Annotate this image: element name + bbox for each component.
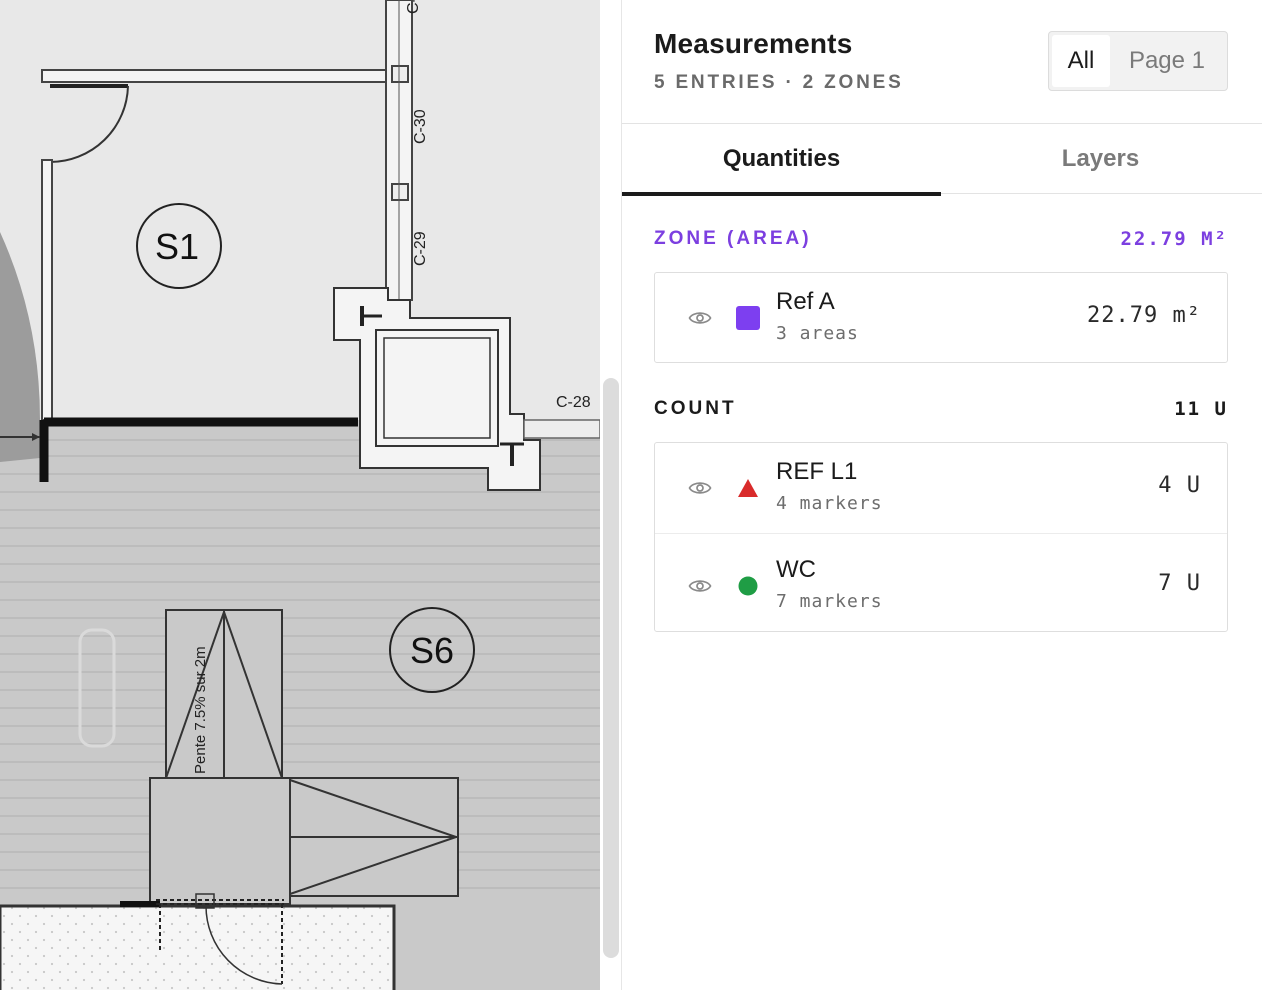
panel-title: Measurements — [654, 28, 853, 59]
canvas-scrollbar-thumb[interactable] — [603, 378, 619, 958]
eye-icon[interactable] — [688, 309, 712, 327]
column-label-c28: C-28 — [556, 394, 591, 411]
room-tag-s1: S1 — [155, 226, 200, 267]
row-title: WC — [776, 556, 816, 583]
eye-icon[interactable] — [688, 479, 712, 497]
row-title: REF L1 — [776, 458, 858, 485]
measurement-row-ref-a[interactable]: Ref A 3 areas 22.79 m² — [655, 273, 1227, 363]
section-header-zone-area: ZONE (AREA) 22.79 M² — [654, 228, 1228, 250]
panel-summary: 5 ENTRIES · 2 ZONES — [654, 72, 904, 93]
column-label-c3: C-3 — [405, 0, 422, 14]
plan-canvas[interactable]: S1 S6 C-3 C-30 C-29 C-28 Pente 7.5% sur … — [0, 0, 600, 990]
scope-toggle[interactable]: All Page 1 — [1048, 31, 1228, 91]
section-name: ZONE (AREA) — [654, 228, 812, 249]
canvas-scrollbar-track[interactable] — [600, 0, 622, 990]
green-circle-marker-icon — [738, 576, 758, 596]
count-list: REF L1 4 markers 4 U WC 7 markers 7 U — [654, 442, 1228, 632]
measurements-panel: Measurements 5 ENTRIES · 2 ZONES All Pag… — [622, 0, 1262, 990]
measurement-row-ref-l1[interactable]: REF L1 4 markers 4 U — [655, 443, 1227, 533]
tab-layers[interactable]: Layers — [941, 124, 1260, 194]
eye-icon[interactable] — [688, 577, 712, 595]
measurement-row-wc[interactable]: WC 7 markers 7 U — [655, 533, 1227, 631]
purple-square-swatch-icon — [736, 306, 760, 330]
section-header-count: COUNT 11 U — [654, 398, 1228, 420]
row-value: 22.79 m² — [1087, 303, 1201, 328]
scope-option-page-1[interactable]: Page 1 — [1110, 35, 1224, 87]
room-tag-s6: S6 — [410, 630, 455, 671]
column-label-c30: C-30 — [412, 109, 429, 144]
row-subtitle: 7 markers — [776, 591, 883, 612]
section-name: COUNT — [654, 398, 737, 419]
row-subtitle: 4 markers — [776, 493, 883, 514]
row-title: Ref A — [776, 288, 835, 315]
panel-header: Measurements 5 ENTRIES · 2 ZONES All Pag… — [622, 0, 1262, 124]
row-value: 4 U — [1158, 473, 1201, 498]
section-total: 22.79 M² — [1120, 228, 1228, 250]
panel-tabs: Quantities Layers — [622, 124, 1262, 196]
section-total: 11 U — [1174, 398, 1228, 420]
row-subtitle: 3 areas — [776, 323, 859, 344]
zone-area-list: Ref A 3 areas 22.79 m² — [654, 272, 1228, 363]
row-value: 7 U — [1158, 571, 1201, 596]
scope-option-all[interactable]: All — [1052, 35, 1110, 87]
red-triangle-marker-icon — [738, 479, 758, 497]
column-label-c29: C-29 — [412, 231, 429, 266]
tab-quantities[interactable]: Quantities — [622, 124, 941, 196]
floor-plan-drawing[interactable] — [0, 0, 600, 990]
ramp-slope-note: Pente 7.5% sur 2m — [192, 646, 209, 774]
